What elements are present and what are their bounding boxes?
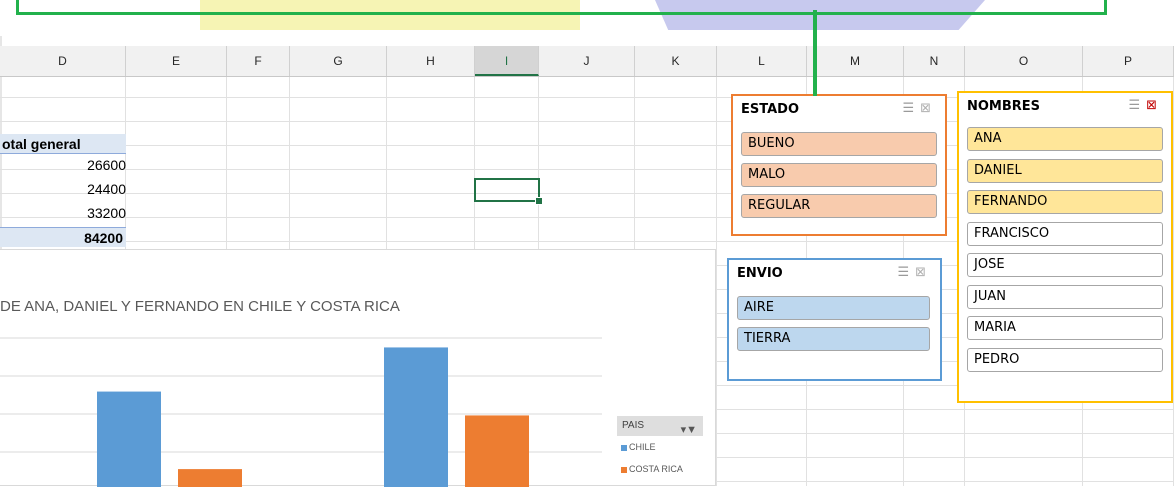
chart-legend[interactable]: PAIS ▾▼ CHILE COSTA RICA <box>617 416 703 480</box>
multi-select-icon[interactable]: ☰ <box>902 101 920 116</box>
column-header-o[interactable]: O <box>965 46 1083 76</box>
slicer-item-malo[interactable]: MALO <box>741 163 937 187</box>
pivot-chart[interactable]: DE ANA, DANIEL Y FERNANDO EN CHILE Y COS… <box>0 249 716 487</box>
slicer-toolbar: ☰⊠ <box>1128 98 1163 113</box>
slicer-item-pedro[interactable]: PEDRO <box>967 347 1163 372</box>
slicer-item-maria[interactable]: MARIA <box>967 316 1163 340</box>
selected-cell[interactable] <box>474 178 543 205</box>
callout-highlight-box <box>16 0 1107 15</box>
slicer-title: ENVIO <box>737 266 783 281</box>
slicer-item-ana[interactable]: ANA <box>967 127 1163 151</box>
pivot-value-cell[interactable]: 33200 <box>87 203 126 223</box>
clear-filter-icon[interactable]: ⊠ <box>1146 98 1163 113</box>
column-header-f[interactable]: F <box>227 46 290 76</box>
slicer-item-tierra[interactable]: TIERRA <box>737 327 930 351</box>
pivot-value-cell[interactable]: 26600 <box>87 155 126 175</box>
legend-field-button[interactable]: PAIS ▾▼ <box>617 416 703 436</box>
column-header-e[interactable]: E <box>126 46 227 76</box>
bar-costa-rica[interactable] <box>178 469 242 487</box>
fill-handle[interactable] <box>535 197 543 205</box>
pivot-header-total-general[interactable]: otal general <box>0 134 126 154</box>
slicer-item-bueno[interactable]: BUENO <box>741 132 937 156</box>
legend-entry-costa-rica: COSTA RICA <box>617 458 703 480</box>
slicer-item-jose[interactable]: JOSE <box>967 253 1163 277</box>
slicer-item-fernando[interactable]: FERNANDO <box>967 190 1163 214</box>
legend-label: CHILE <box>629 442 656 452</box>
column-header-k[interactable]: K <box>635 46 717 76</box>
slicer-nombres[interactable]: NOMBRES ☰⊠ ANA DANIEL FERNANDO FRANCISCO JOS… <box>957 91 1173 403</box>
column-header-d[interactable]: D <box>0 46 126 76</box>
column-header-i[interactable]: I <box>475 46 539 76</box>
filter-icon[interactable]: ▾▼ <box>681 420 697 440</box>
slicer-item-daniel[interactable]: DANIEL <box>967 158 1163 183</box>
slicer-item-francisco[interactable]: FRANCISCO <box>967 221 1163 246</box>
slicer-title: ESTADO <box>741 102 800 117</box>
column-header-m[interactable]: M <box>807 46 904 76</box>
pivot-value-cell[interactable]: 24400 <box>87 179 126 199</box>
legend-swatch <box>621 444 627 451</box>
column-header-row: DEFGHIJKLMNOP <box>0 46 1174 77</box>
bar-chile[interactable] <box>384 347 448 487</box>
multi-select-icon[interactable]: ☰ <box>1128 98 1146 113</box>
worksheet[interactable]: DEFGHIJKLMNOP otal general 26600 24400 3… <box>0 36 1174 487</box>
column-header-j[interactable]: J <box>539 46 635 76</box>
slicer-item-aire[interactable]: AIRE <box>737 296 930 320</box>
chart-plot-area <box>0 337 602 487</box>
column-header-h[interactable]: H <box>387 46 475 76</box>
slicer-envio[interactable]: ENVIO ☰⊠ AIRE TIERRA <box>727 258 942 381</box>
legend-title: PAIS <box>622 420 645 431</box>
slicer-title: NOMBRES <box>967 99 1041 114</box>
clear-filter-icon[interactable]: ⊠ <box>920 101 937 116</box>
slicer-toolbar: ☰⊠ <box>897 265 932 280</box>
slicer-item-juan[interactable]: JUAN <box>967 284 1163 309</box>
clear-filter-icon[interactable]: ⊠ <box>915 265 932 280</box>
column-header-l[interactable]: L <box>717 46 807 76</box>
bar-costa-rica[interactable] <box>465 415 529 487</box>
column-header-n[interactable]: N <box>904 46 965 76</box>
legend-label: COSTA RICA <box>629 464 683 474</box>
multi-select-icon[interactable]: ☰ <box>897 265 915 280</box>
callout-connector-line <box>813 10 817 96</box>
gridline <box>716 77 717 486</box>
bar-chile[interactable] <box>97 391 161 487</box>
slicer-toolbar: ☰⊠ <box>902 101 937 116</box>
slicer-item-regular[interactable]: REGULAR <box>741 194 937 218</box>
column-header-p[interactable]: P <box>1083 46 1174 76</box>
pivot-grand-total[interactable]: 84200 <box>0 227 126 247</box>
slicer-estado[interactable]: ESTADO ☰⊠ BUENO MALO REGULAR <box>731 94 947 236</box>
legend-swatch <box>621 466 627 473</box>
column-header-g[interactable]: G <box>290 46 387 76</box>
